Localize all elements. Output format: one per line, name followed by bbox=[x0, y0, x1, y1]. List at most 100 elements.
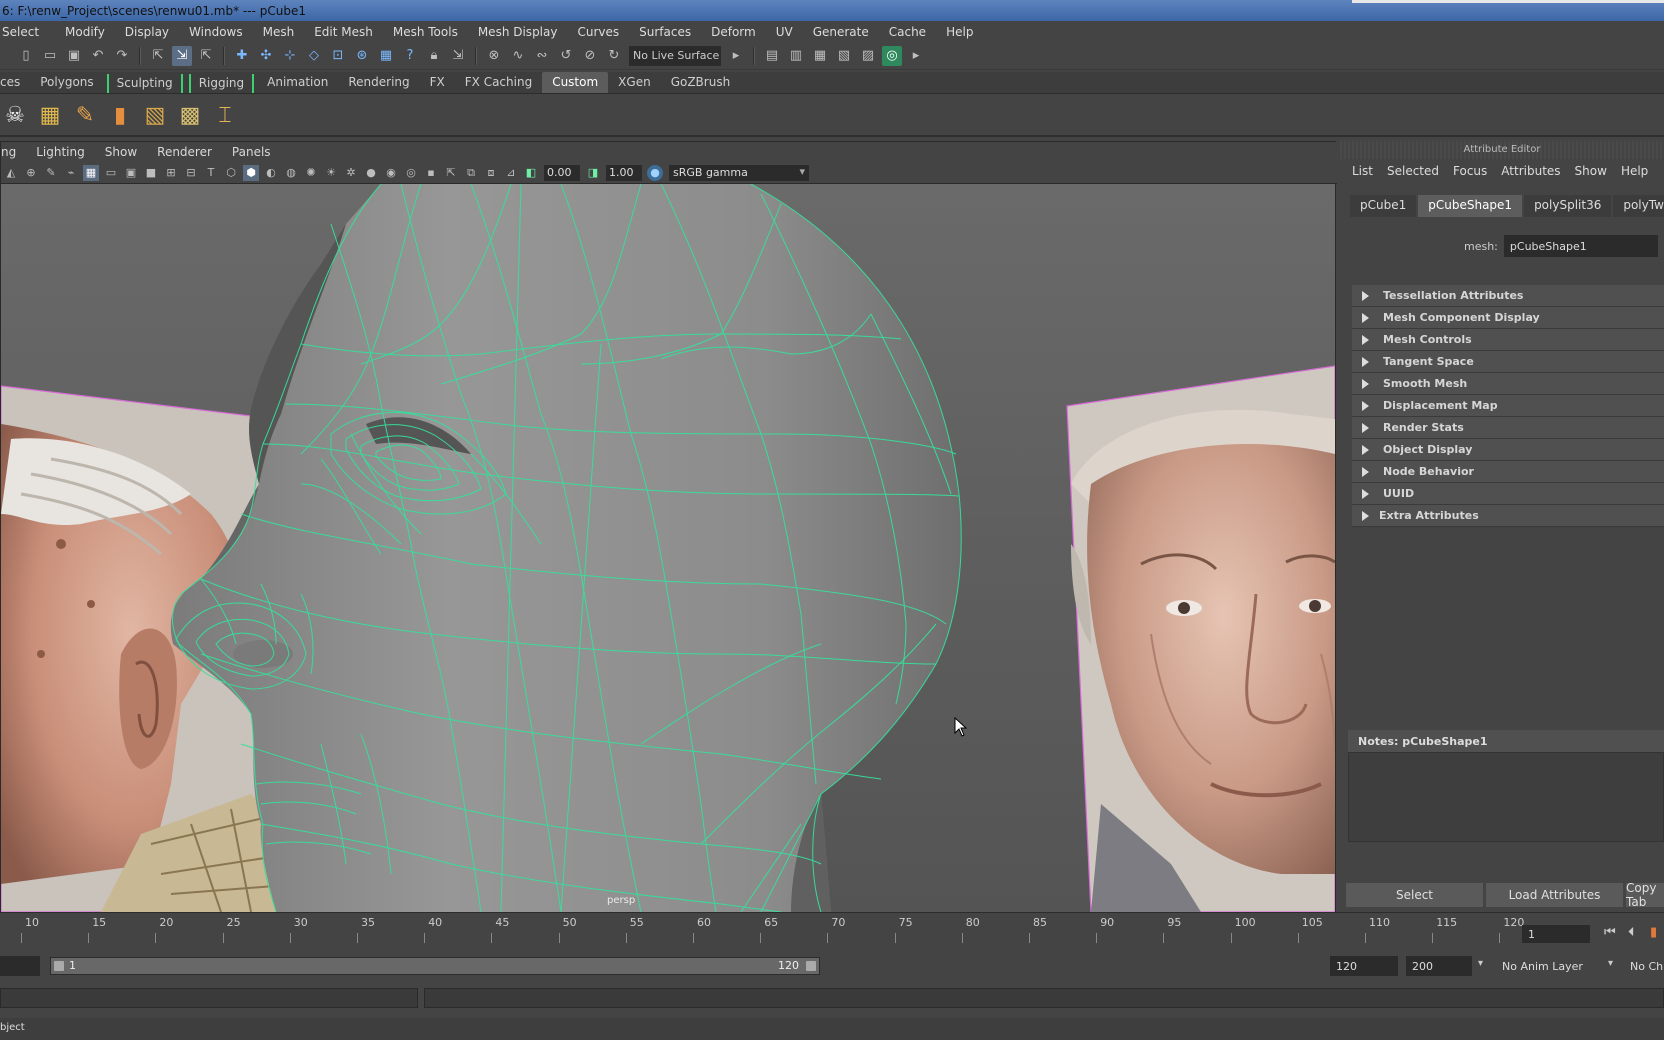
expand-right-icon[interactable]: ▸ bbox=[906, 46, 926, 66]
render-settings-icon[interactable]: ▤ bbox=[762, 46, 782, 66]
panel-menu-show[interactable]: Show bbox=[105, 145, 137, 159]
section-tangent-space[interactable]: Tangent Space bbox=[1352, 351, 1664, 373]
paint-brush-icon[interactable]: ✎ bbox=[70, 100, 100, 130]
menu-select[interactable]: Select bbox=[2, 25, 49, 39]
skull-icon[interactable]: ☠ bbox=[0, 100, 30, 130]
section-mesh-controls[interactable]: Mesh Controls bbox=[1352, 329, 1664, 351]
menu-windows[interactable]: Windows bbox=[189, 25, 253, 39]
shelf-tab-rigging[interactable]: Rigging bbox=[188, 74, 255, 93]
resolution-gate-icon[interactable]: ▣ bbox=[123, 165, 139, 181]
camera-select-icon[interactable]: ◭ bbox=[3, 165, 19, 181]
select-button[interactable]: Select bbox=[1346, 883, 1483, 907]
command-input[interactable] bbox=[0, 988, 418, 1008]
isolate-select-icon[interactable]: ▪ bbox=[423, 165, 439, 181]
render-current-icon[interactable]: ▦ bbox=[810, 46, 830, 66]
max-time-field[interactable]: 200 bbox=[1406, 956, 1472, 976]
image-plane-icon[interactable]: ✎ bbox=[43, 165, 59, 181]
curve-snap-icon[interactable]: ∿ bbox=[508, 46, 528, 66]
section-node-behavior[interactable]: Node Behavior bbox=[1352, 461, 1664, 483]
menu-modify[interactable]: Modify bbox=[65, 25, 115, 39]
field-chart-icon[interactable]: ⊞ bbox=[163, 165, 179, 181]
textured-icon[interactable]: ◍ bbox=[283, 165, 299, 181]
checker-plane-icon[interactable]: ▧ bbox=[140, 100, 170, 130]
panel-menu-renderer[interactable]: Renderer bbox=[157, 145, 212, 159]
current-frame-field[interactable]: 1 bbox=[1522, 925, 1590, 943]
step-back-icon[interactable]: ⏴ bbox=[1628, 925, 1635, 940]
step-back-key-icon[interactable]: ▮ bbox=[1650, 925, 1657, 940]
make-live-icon[interactable]: ⊡ bbox=[328, 46, 348, 66]
color-space-dropdown[interactable]: sRGB gamma bbox=[669, 164, 809, 181]
menu-mesh[interactable]: Mesh bbox=[263, 25, 305, 39]
head-mesh[interactable] bbox=[170, 184, 962, 912]
color-management-icon[interactable]: ● bbox=[647, 164, 663, 181]
menu-mesh-tools[interactable]: Mesh Tools bbox=[393, 25, 468, 39]
gamma-field[interactable]: 1.00 bbox=[606, 164, 642, 181]
rotate-snap-icon[interactable]: ↺ bbox=[556, 46, 576, 66]
ipr-render-icon[interactable]: ▧ bbox=[834, 46, 854, 66]
ae-menu-help[interactable]: Help bbox=[1621, 164, 1648, 178]
uv-grid-icon[interactable]: ▦ bbox=[35, 100, 65, 130]
magnet-icon[interactable]: ⊘ bbox=[580, 46, 600, 66]
exposure-field[interactable]: 0.00 bbox=[544, 164, 580, 181]
shelf-tab-sculpting[interactable]: Sculpting bbox=[106, 74, 183, 93]
range-bar[interactable]: 1 120 bbox=[50, 957, 820, 975]
viewport-scene[interactable]: persp bbox=[1, 184, 1335, 912]
undo-icon[interactable]: ↶ bbox=[88, 46, 108, 66]
grid-toggle-icon[interactable]: ▦ bbox=[83, 164, 99, 181]
select-by-component-icon[interactable]: ⇱ bbox=[196, 46, 216, 66]
ae-tab-pcube1[interactable]: pCube1 bbox=[1350, 195, 1417, 217]
ae-menu-list[interactable]: List bbox=[1352, 164, 1373, 178]
menu-surfaces[interactable]: Surfaces bbox=[639, 25, 701, 39]
select-highlight-icon[interactable]: ⇲ bbox=[448, 46, 468, 66]
go-to-start-icon[interactable]: ⏮ bbox=[1604, 925, 1616, 940]
shelf-tab-fx[interactable]: FX bbox=[420, 72, 455, 93]
panel-menu-shading[interactable]: ng bbox=[1, 145, 16, 159]
end-time-field[interactable]: 120 bbox=[1330, 956, 1398, 976]
wireframe-icon[interactable]: ⬡ bbox=[223, 165, 239, 181]
wireframe-on-shaded-icon[interactable]: ◐ bbox=[263, 165, 279, 181]
menu-cache[interactable]: Cache bbox=[889, 25, 936, 39]
xray-components-icon[interactable]: ⧈ bbox=[483, 165, 499, 181]
section-smooth-mesh[interactable]: Smooth Mesh bbox=[1352, 373, 1664, 395]
copy-tab-button[interactable]: Copy Tab bbox=[1626, 883, 1664, 907]
menu-help[interactable]: Help bbox=[946, 25, 983, 39]
exposure-icon[interactable]: ◧ bbox=[523, 165, 539, 181]
two-sided-icon[interactable]: ⊿ bbox=[503, 165, 519, 181]
snap-vertex-icon[interactable]: ⊛ bbox=[352, 46, 372, 66]
load-attributes-button[interactable]: Load Attributes bbox=[1486, 883, 1623, 907]
section-mesh-component-display[interactable]: Mesh Component Display bbox=[1352, 307, 1664, 329]
ambient-occlusion-icon[interactable]: ✲ bbox=[343, 165, 359, 181]
shelf-tab-custom[interactable]: Custom bbox=[542, 72, 609, 93]
menu-deform[interactable]: Deform bbox=[711, 25, 766, 39]
menu-edit-mesh[interactable]: Edit Mesh bbox=[314, 25, 383, 39]
select-by-hierarchy-icon[interactable]: ⇱ bbox=[148, 46, 168, 66]
menu-curves[interactable]: Curves bbox=[577, 25, 629, 39]
ae-menu-show[interactable]: Show bbox=[1575, 164, 1607, 178]
bounding-box-icon[interactable]: ⌶ bbox=[210, 100, 240, 130]
shadows-icon[interactable]: ☀ bbox=[323, 165, 339, 181]
section-render-stats[interactable]: Render Stats bbox=[1352, 417, 1664, 439]
ae-tab-pcubeshape1[interactable]: pCubeShape1 bbox=[1418, 195, 1523, 217]
mesh-name-field[interactable]: pCubeShape1 bbox=[1503, 235, 1658, 257]
safe-action-icon[interactable]: ⊟ bbox=[183, 165, 199, 181]
help-icon[interactable]: ? bbox=[400, 46, 420, 66]
film-gate-icon[interactable]: ▭ bbox=[103, 165, 119, 181]
xray-joints-icon[interactable]: ⧉ bbox=[463, 165, 479, 181]
gamma-icon[interactable]: ◨ bbox=[585, 165, 601, 181]
panel-menu-panels[interactable]: Panels bbox=[232, 145, 271, 159]
menu-uv[interactable]: UV bbox=[776, 25, 803, 39]
render-setup-icon[interactable]: ◎ bbox=[882, 45, 902, 66]
render-view-icon[interactable]: ▥ bbox=[786, 46, 806, 66]
anim-layer-dropdown[interactable]: No Anim Layer bbox=[1496, 956, 1606, 976]
snap-point-icon[interactable]: ⊹ bbox=[280, 46, 300, 66]
menu-generate[interactable]: Generate bbox=[813, 25, 879, 39]
chevron-down-icon[interactable]: ▾ bbox=[1478, 958, 1483, 969]
depth-of-field-icon[interactable]: ◎ bbox=[403, 165, 419, 181]
smooth-shade-icon[interactable]: ⬢ bbox=[243, 164, 259, 181]
menu-display[interactable]: Display bbox=[125, 25, 179, 39]
shelf-tab-xgen[interactable]: XGen bbox=[608, 72, 661, 93]
section-uuid[interactable]: UUID bbox=[1352, 483, 1664, 505]
range-end-handle[interactable] bbox=[806, 961, 816, 971]
snap-view-plane-icon[interactable]: ◇ bbox=[304, 46, 324, 66]
section-object-display[interactable]: Object Display bbox=[1352, 439, 1664, 461]
